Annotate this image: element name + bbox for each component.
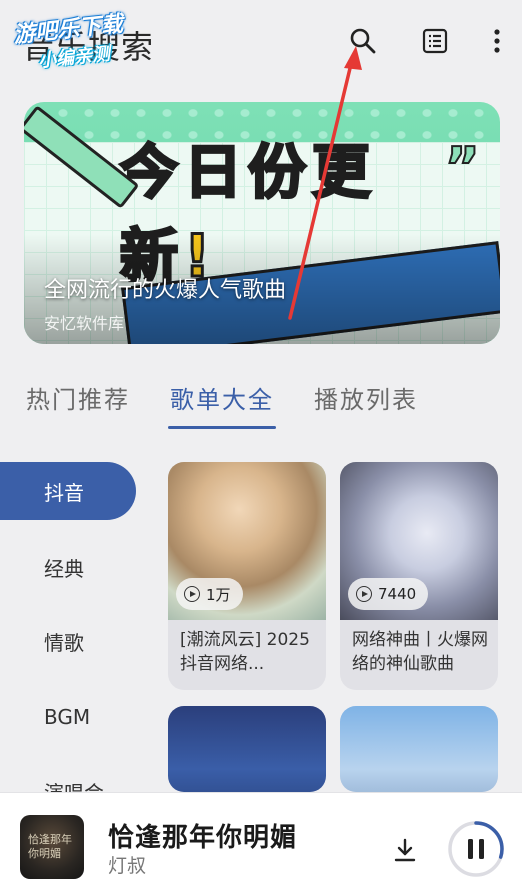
search-button[interactable] [346, 24, 380, 58]
download-button[interactable] [388, 833, 422, 867]
play-count: 1万 [206, 585, 231, 604]
tab-playlists[interactable]: 歌单大全 [170, 380, 274, 415]
now-playing-cover: 恰逢那年你明媚 [20, 815, 84, 879]
active-tab-indicator [168, 426, 276, 429]
promo-banner[interactable]: ” 今日份更新! 全网流行的火爆人气歌曲 安忆软件库 [24, 102, 500, 344]
playlist-card[interactable] [168, 706, 326, 792]
playlist-cover: 7440 [340, 462, 498, 620]
playlist-name: [潮流风云] 2025抖音网络... [180, 630, 310, 674]
sidebar-item-love-songs[interactable]: 情歌 [0, 612, 136, 670]
playlist-card[interactable]: 1万 [潮流风云] 2025抖音网络... [168, 462, 326, 690]
artist-name: 灯叔 [108, 855, 147, 877]
play-count-badge: 7440 [348, 578, 429, 610]
sidebar-item-douyin[interactable]: 抖音 [0, 462, 136, 520]
list-icon [422, 28, 448, 54]
tab-hot-recommend[interactable]: 热门推荐 [26, 380, 130, 415]
sidebar-item-classic[interactable]: 经典 [0, 538, 136, 596]
play-circle-icon [356, 586, 372, 602]
more-menu-button[interactable] [480, 24, 514, 58]
mini-player[interactable]: 恰逢那年你明媚 恰逢那年你明媚 灯叔 [0, 792, 522, 894]
tab-play-queue[interactable]: 播放列表 [314, 380, 418, 415]
app-header: 音乐搜索 游吧乐下载 小编亲测 [0, 0, 522, 84]
playlist-name: 网络神曲丨火爆网络的神仙歌曲 [352, 630, 488, 674]
more-vertical-icon [494, 29, 500, 53]
banner-title: 全网流行的火爆人气歌曲 [44, 278, 287, 303]
playlist-card[interactable]: 7440 网络神曲丨火爆网络的神仙歌曲 [340, 462, 498, 690]
playlist-button[interactable] [418, 24, 452, 58]
sidebar-item-bgm[interactable]: BGM [0, 688, 136, 746]
playlist-cover [340, 706, 498, 792]
song-title: 恰逢那年你明媚 [108, 823, 298, 853]
play-circle-icon [184, 586, 200, 602]
playlist-cover: 1万 [168, 462, 326, 620]
cover-text: 恰逢那年你明媚 [28, 833, 72, 860]
pause-icon [448, 821, 504, 877]
playlist-cover [168, 706, 326, 792]
play-count-badge: 1万 [176, 578, 243, 610]
playlist-card[interactable] [340, 706, 498, 792]
play-count: 7440 [378, 585, 417, 603]
search-icon [350, 28, 376, 54]
play-pause-button[interactable] [446, 819, 506, 879]
download-icon [394, 838, 416, 862]
banner-subtitle: 安忆软件库 [44, 314, 125, 333]
